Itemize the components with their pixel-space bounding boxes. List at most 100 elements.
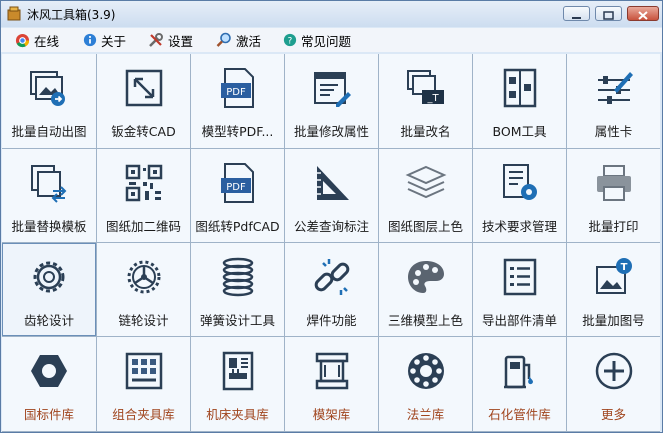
menu-faq[interactable]: ? 常见问题 [283,31,351,49]
tile-gear-design[interactable]: 齿轮设计 [2,243,96,336]
svg-text:PDF: PDF [226,87,246,98]
app-icon [7,6,21,21]
menu-about-label: 关于 [101,33,127,49]
tile-label: 批量修改属性 [293,124,369,139]
pdf-file-icon: PDF [220,68,254,108]
menu-activate-label: 激活 [236,33,262,49]
plus-circle-icon [595,352,632,390]
spring-icon [222,257,253,297]
tile-label: 三维模型上色 [387,313,463,328]
svg-text:_T: _T [426,93,439,104]
tile-label: 模架库 [312,407,351,422]
tile-drawing-add-qr[interactable]: 图纸加二维码 [97,149,190,242]
tile-batch-print[interactable]: 批量打印 [567,149,660,242]
svg-text:?: ? [288,37,293,47]
tile-bom-tool[interactable]: BOM工具 [473,54,566,148]
menu-online-label: 在线 [34,33,60,49]
tile-label: 批量替换模板 [11,219,87,234]
tile-label: 焊件功能 [306,313,357,328]
minimize-icon [572,17,581,19]
tile-spring-design[interactable]: 弹簧设计工具 [191,243,284,336]
image-badge-icon: T [595,258,632,294]
maximize-button[interactable] [595,6,622,21]
document-gear-icon [502,164,537,200]
sprocket-icon [127,260,160,294]
menu-settings[interactable]: 设置 [148,31,193,49]
tile-export-parts-list[interactable]: 导出部件清单 [473,243,566,336]
images-export-icon [30,71,65,106]
tile-label: 石化管件库 [488,407,551,422]
tile-petrochem-pipe-lib[interactable]: 石化管件库 [473,337,566,431]
tile-tech-requirements[interactable]: 技术要求管理 [473,149,566,242]
minimize-button[interactable] [563,6,590,21]
wrench-tools-icon [149,33,163,47]
tool-grid: 批量自动出图 钣金转CAD PDF 模型转PDF... 批量修改属性 _T 批量… [2,54,660,432]
tile-label: 批量自动出图 [11,124,87,139]
layers-icon [405,165,446,199]
help-icon: ? [283,33,297,47]
tile-label: 批量改名 [400,124,451,139]
hex-nut-icon [31,355,67,387]
tile-label: 国标件库 [23,407,74,422]
tile-label: 批量打印 [588,219,639,234]
tile-label: 钣金转CAD [111,124,176,139]
tile-label: 组合夹具库 [112,407,175,422]
tile-standard-parts-lib[interactable]: 国标件库 [2,337,96,431]
svg-text:T: T [620,262,627,273]
tile-label: 弹簧设计工具 [199,313,275,328]
pipe-fitting-icon [503,355,533,389]
menu-about[interactable]: 关于 [83,31,126,49]
tile-label: 模型转PDF... [201,124,274,139]
tile-batch-replace-template[interactable]: 批量替换模板 [2,149,96,242]
tile-batch-edit-properties[interactable]: 批量修改属性 [285,54,378,148]
tile-layer-coloring[interactable]: 图纸图层上色 [379,149,472,242]
chrome-icon [15,33,30,47]
tile-modular-fixture-lib[interactable]: 组合夹具库 [97,337,190,431]
magnifier-key-icon [216,32,231,47]
sliders-icon [597,72,633,104]
gear-icon [33,261,65,293]
printer-icon [596,165,631,201]
tile-drawing-to-pdfcad[interactable]: PDF 图纸转PdfCAD [191,149,284,242]
title-bar[interactable]: 沐风工具箱(3.9) [1,1,662,27]
svg-text:PDF: PDF [226,182,246,193]
tile-property-card[interactable]: 属性卡 [567,54,660,148]
resize-arrow-icon [125,69,162,107]
menu-settings-label: 设置 [168,33,194,49]
tile-flange-lib[interactable]: 法兰库 [379,337,472,431]
tile-3d-model-coloring[interactable]: 三维模型上色 [379,243,472,336]
tile-sheetmetal-to-cad[interactable]: 钣金转CAD [97,54,190,148]
info-icon [83,33,97,47]
tile-label: 机床夹具库 [206,407,269,422]
tile-label: 属性卡 [594,124,633,139]
menu-activate[interactable]: 激活 [216,31,261,49]
list-export-icon [503,258,536,296]
bom-icon [503,68,536,108]
tile-model-to-pdf[interactable]: PDF 模型转PDF... [191,54,284,148]
close-icon [638,11,648,20]
tile-batch-auto-drawing[interactable]: 批量自动出图 [2,54,96,148]
tile-label: 齿轮设计 [23,313,74,328]
tile-machine-fixture-lib[interactable]: 机床夹具库 [191,337,284,431]
tile-weldment[interactable]: 焊件功能 [285,243,378,336]
tile-mold-base-lib[interactable]: 模架库 [285,337,378,431]
tile-label: 图纸图层上色 [387,219,463,234]
tile-label: 更多 [600,407,626,422]
template-replace-icon [31,165,67,203]
tile-label: 公差查询标注 [293,219,369,234]
tile-label: 链轮设计 [118,313,169,328]
tile-more[interactable]: 更多 [567,337,660,431]
menu-bar: 在线 关于 设置 激活 ? 常见问题 [1,28,662,52]
main-window: 沐风工具箱(3.9) 在线 关于 设置 激活 ? 常见问题 批量自动出图 钣金转… [0,0,663,433]
tile-batch-rename[interactable]: _T 批量改名 [379,54,472,148]
menu-online[interactable]: 在线 [15,31,59,49]
tile-tolerance-lookup[interactable]: 公差查询标注 [285,149,378,242]
tile-label: 技术要求管理 [481,219,557,234]
mold-base-icon [315,352,348,390]
close-button[interactable] [627,6,659,21]
tile-batch-add-drawing-number[interactable]: T 批量加图号 [567,243,660,336]
tile-sprocket-design[interactable]: 链轮设计 [97,243,190,336]
property-edit-icon [313,72,351,107]
menu-faq-label: 常见问题 [301,33,352,49]
maximize-icon [603,11,614,20]
